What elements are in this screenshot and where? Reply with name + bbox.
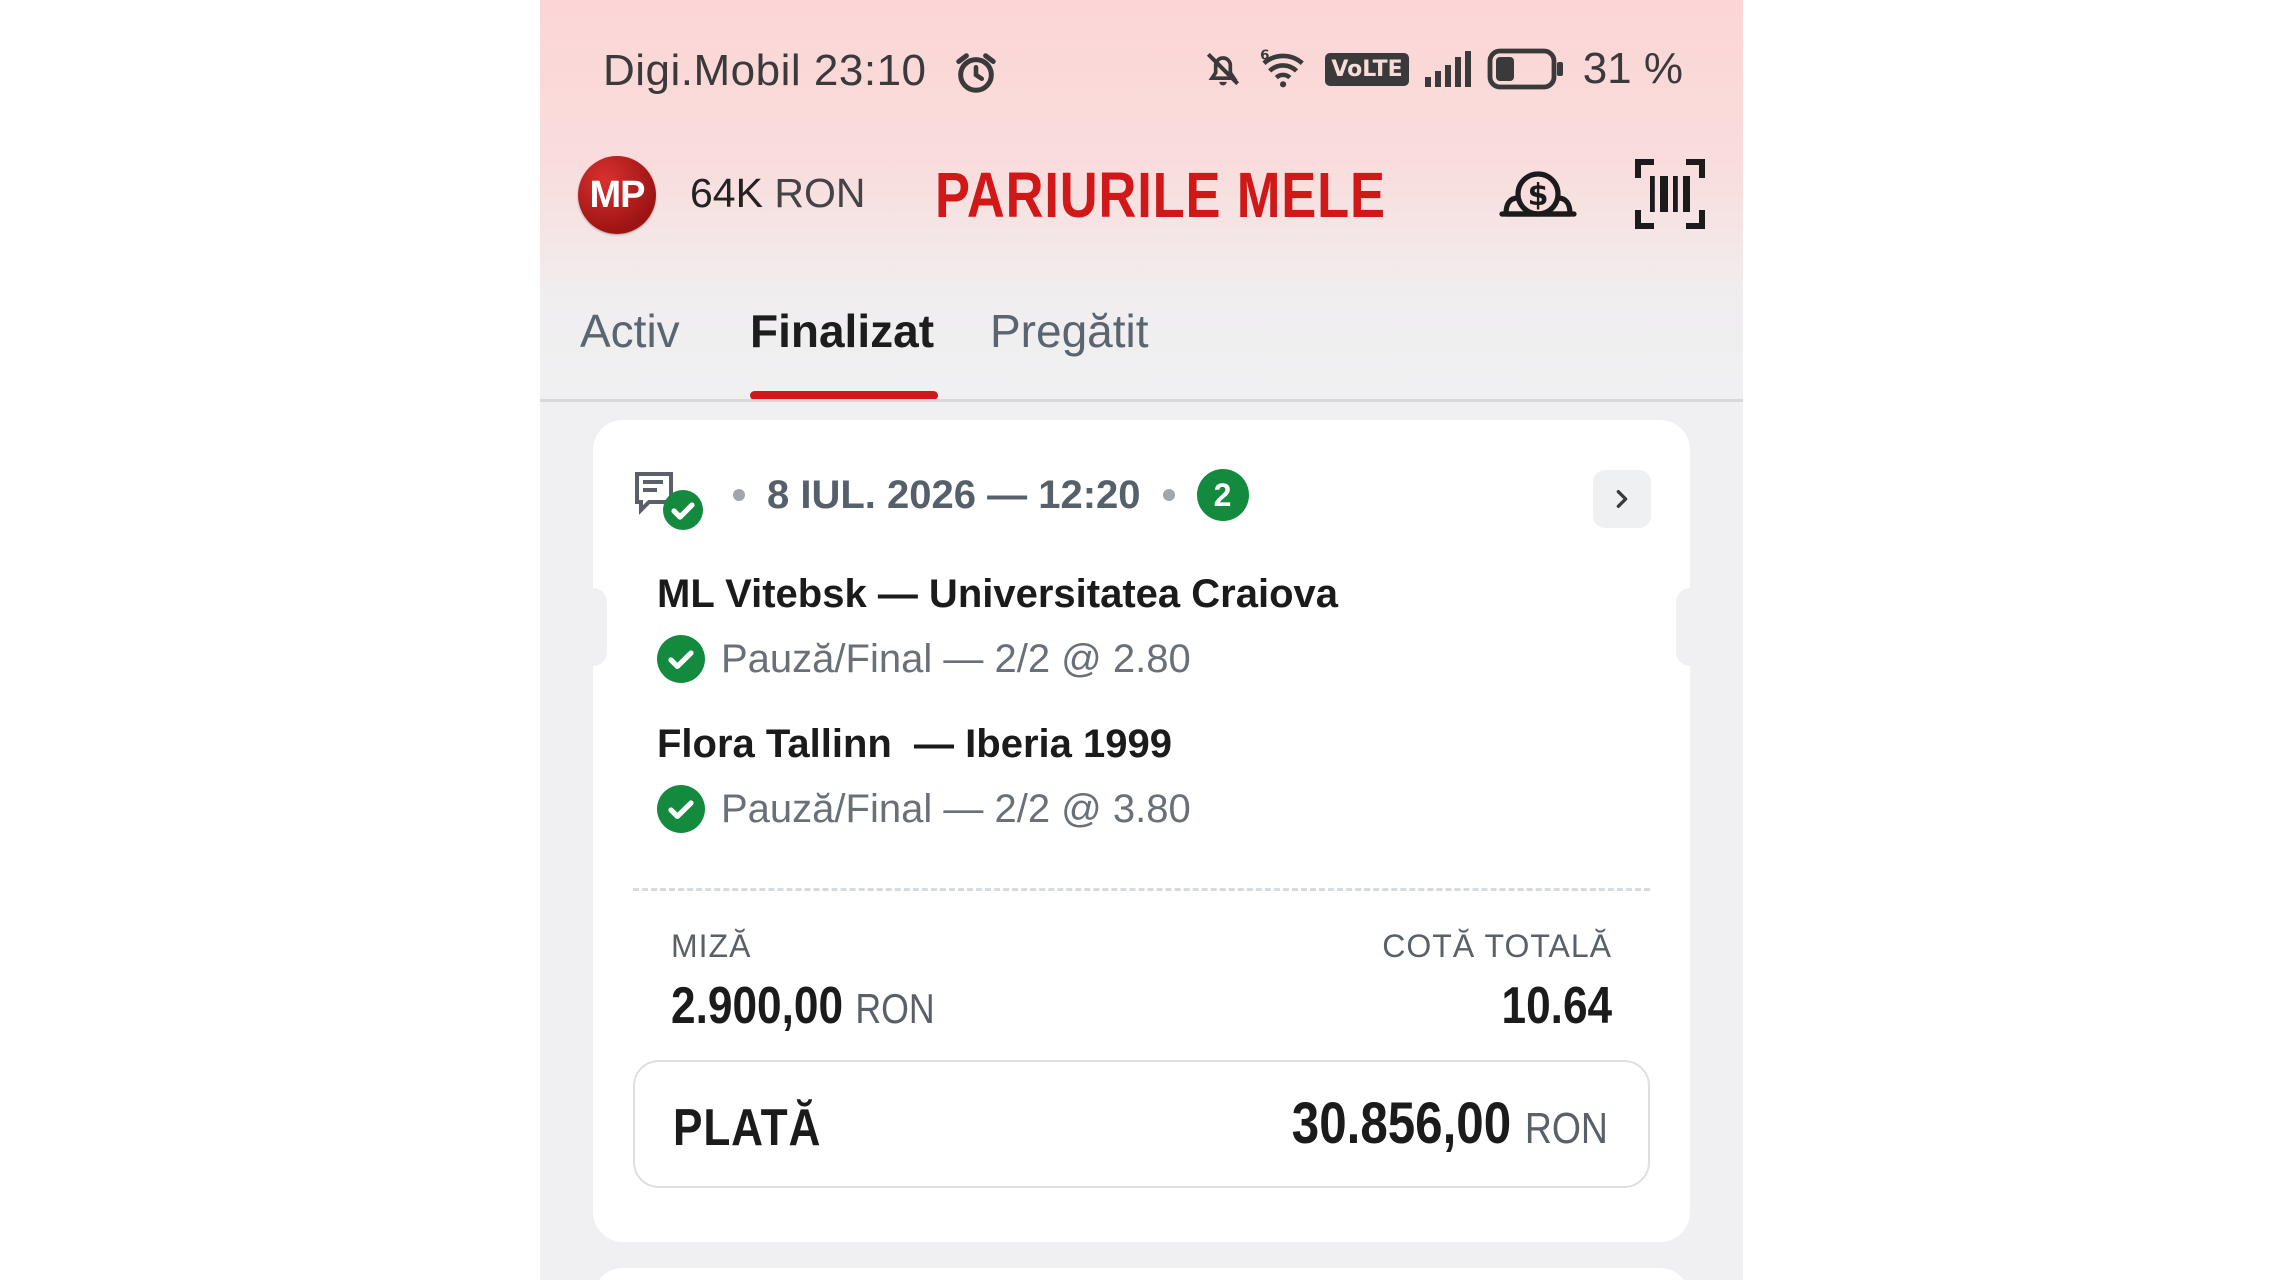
pick-row: Pauză/Final — 2/2 @ 2.80	[657, 635, 1338, 683]
barcode-scan-icon[interactable]	[1630, 154, 1710, 234]
balance-amount: 64K	[690, 170, 763, 216]
total-odds-label: COTĂ TOTALĂ	[1382, 928, 1612, 964]
selection-item: ML Vitebsk — Universitatea Craiova Pauză…	[657, 572, 1338, 683]
stake-amount: 2.900,00 RON	[671, 976, 981, 1036]
card-notch-left	[593, 588, 607, 666]
stake-currency: RON	[855, 985, 935, 1032]
stake-number: 2.900,00	[671, 977, 844, 1035]
dashed-divider	[633, 888, 1650, 891]
card-notch-right	[1676, 588, 1690, 666]
tab-pregatit[interactable]: Pregătit	[990, 304, 1149, 358]
svg-text:6: 6	[1260, 48, 1269, 63]
payout-value: 30.856,00 RON	[1292, 1090, 1608, 1157]
payout-box: PLATĂ 30.856,00 RON	[633, 1060, 1650, 1188]
mute-icon	[1207, 52, 1240, 86]
pick-text: Pauză/Final — 2/2 @ 2.80	[721, 636, 1191, 681]
app-header: MP 64K RON PARIURILE MELE $	[540, 150, 1743, 240]
ticket-details-button[interactable]	[1593, 470, 1651, 528]
clock: 23:10	[813, 46, 927, 95]
pick-row: Pauză/Final — 2/2 @ 3.80	[657, 785, 1191, 833]
status-icons: 6 VoLTE 31 %	[1201, 44, 1683, 94]
alarm-icon	[956, 53, 996, 93]
pick-text: Pauză/Final — 2/2 @ 3.80	[721, 786, 1191, 831]
odds-number: 10.64	[1501, 977, 1612, 1035]
check-circle-icon	[657, 635, 705, 683]
ticket-date: 8 IUL. 2026 — 12:20	[767, 472, 1141, 517]
payout-number: 30.856,00	[1291, 1091, 1512, 1156]
ticket-check-icon	[635, 472, 703, 530]
wifi-icon: 6	[1260, 48, 1305, 88]
avatar[interactable]: MP	[578, 156, 656, 234]
stake-label: MIZĂ	[671, 928, 752, 964]
battery-icon	[1487, 48, 1563, 90]
payout-amount: 30.856,00 RON	[1236, 1090, 1608, 1157]
signal-icon	[1424, 51, 1471, 87]
tabs-divider	[540, 399, 1743, 402]
total-odds-value: 10.64	[1482, 976, 1612, 1036]
status-bar: Digi.Mobil 23:10 6 VoLTE 31 %	[540, 38, 1743, 110]
selection-item: Flora Tallinn — Iberia 1999 Pauză/Final …	[657, 722, 1191, 833]
phone-screen: Digi.Mobil 23:10 6 VoLTE 31 % MP 64K RON…	[540, 0, 1743, 1280]
carrier-name: Digi.Mobil	[603, 46, 802, 95]
tab-finalizat[interactable]: Finalizat	[750, 304, 934, 358]
ticket-meta: 8 IUL. 2026 — 12:20 2	[733, 469, 1249, 521]
separator-dot	[733, 489, 745, 501]
check-circle-icon	[657, 785, 705, 833]
chevron-right-icon	[1616, 490, 1628, 508]
tab-bar: Activ Finalizat Pregătit	[540, 304, 1743, 404]
payout-label-text: PLATĂ	[673, 1099, 822, 1157]
balance[interactable]: 64K RON	[690, 170, 865, 217]
volte-badge: VoLTE	[1325, 52, 1409, 86]
stake-value: 2.900,00 RON	[671, 976, 935, 1036]
payout-label: PLATĂ	[673, 1098, 847, 1158]
page-title: PARIURILE MELE	[935, 159, 1386, 231]
svg-text:$: $	[1528, 178, 1549, 213]
balance-currency: RON	[774, 170, 866, 216]
status-carrier-time: Digi.Mobil 23:10	[603, 46, 927, 96]
battery-percent: 31 %	[1582, 44, 1683, 93]
match-name: Flora Tallinn — Iberia 1999	[657, 722, 1172, 766]
match-name: ML Vitebsk — Universitatea Craiova	[657, 572, 1339, 616]
tab-activ[interactable]: Activ	[580, 304, 680, 358]
bet-ticket-card[interactable]: 8 IUL. 2026 — 12:20 2 ML Vitebsk — Unive…	[593, 420, 1690, 1242]
separator-dot	[1162, 489, 1175, 501]
selection-count-badge: 2	[1196, 469, 1249, 521]
payout-currency: RON	[1524, 1104, 1608, 1153]
cash-icon[interactable]: $	[1498, 154, 1578, 234]
next-ticket-card-edge	[593, 1268, 1690, 1280]
